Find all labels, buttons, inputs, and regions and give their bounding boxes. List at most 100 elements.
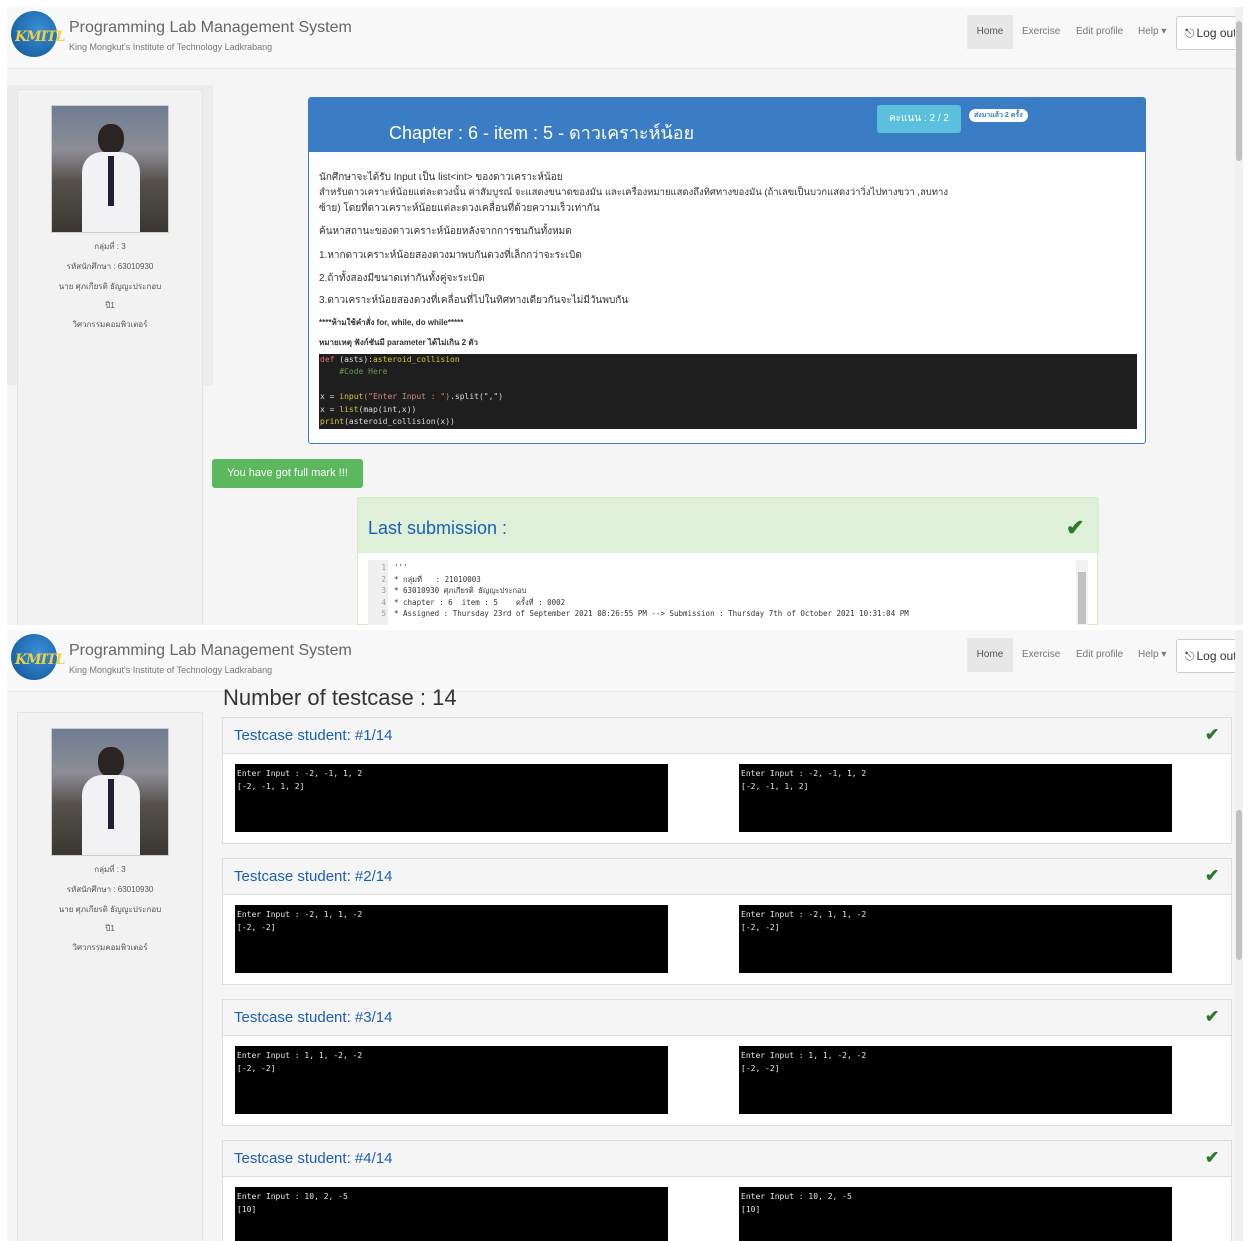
terminal-input: Enter Input : 1, 1, -2, -2	[237, 1051, 363, 1060]
student-name: นาย ศุภเกียรติ ธัญญะประกอบ	[58, 905, 162, 914]
terminal-output: [-2, -1, 1, 2]	[237, 782, 305, 791]
submission-count-badge: ส่งมาแล้ว 2 ครั้ง	[969, 109, 1028, 122]
page-scroll-thumb[interactable]	[1236, 21, 1242, 161]
problem-text-line: นักศึกษาจะได้รับ Input เป็น list<int> ขอ…	[319, 172, 563, 183]
problem-header: Chapter : 6 - item : 5 - ดาวเคราะห์น้อย …	[309, 98, 1145, 152]
terminal-input: Enter Input : 10, 2, -5	[741, 1192, 852, 1201]
check-icon: ✔	[1066, 515, 1085, 540]
problem-rule-1: 1.หากดาวเคราะห์น้อยสองดวงมาพบกันดวงที่เล…	[319, 250, 582, 261]
testcase-title[interactable]: Testcase student: #4/14	[234, 1150, 392, 1167]
testcase-card: Testcase student: #1/14 ✔ Enter Input : -…	[222, 717, 1232, 844]
logo-text: KMITL	[15, 29, 65, 45]
testcase-title[interactable]: Testcase student: #1/14	[234, 727, 392, 744]
check-icon: ✔	[1205, 866, 1220, 885]
code-line: #Code Here	[320, 367, 388, 377]
code-line: x = list(map(int,x))	[320, 404, 417, 414]
editor-scroll-thumb[interactable]	[1078, 572, 1086, 624]
nav-exercise[interactable]: Exercise	[1022, 15, 1060, 49]
student-group: กลุ่มที่ : 3	[94, 242, 126, 251]
brand-subtitle: King Mongkut's Institute of Technology L…	[69, 42, 273, 52]
logout-label: Log out	[1196, 649, 1237, 663]
student-id: รหัสนักศึกษา : 63010930	[66, 885, 154, 894]
full-mark-badge: You have got full mark !!!	[212, 459, 363, 488]
student-output: Enter Input : 10, 2, -5 [10]	[235, 1187, 668, 1241]
logo-text: KMITL	[15, 652, 65, 668]
page-scroll-thumb[interactable]	[1236, 810, 1242, 960]
nav-home[interactable]: Home	[967, 638, 1013, 672]
code-line: def (asts):asteroid_collision	[320, 355, 460, 364]
nav-help[interactable]: Help ▾	[1138, 638, 1166, 672]
terminal-input: Enter Input : -2, 1, 1, -2	[741, 910, 867, 919]
problem-text-line: สำหรับดาวเคราะห์น้อยแต่ละดวงนั้น ค่าสัมบ…	[319, 187, 949, 198]
problem-rule-3: 3.ดาวเคราะห์น้อยสองดวงที่เคลื่อนที่ไปในท…	[319, 295, 629, 306]
terminal-output: [-2, -1, 1, 2]	[741, 782, 809, 791]
student-year: ปี1	[105, 924, 115, 933]
terminal-output: [-2, -2]	[741, 1064, 780, 1073]
terminal-output: [-2, -2]	[237, 923, 276, 932]
screenshot-top: KMITL Programming Lab Management System …	[7, 7, 1243, 625]
logout-button[interactable]: ⎋ Log out	[1176, 16, 1243, 50]
code-line: print(asteroid_collision(x))	[320, 417, 455, 427]
last-submission-panel: Last submission : ✔ 1 ''' 2 * กลุ่มที่ : 21…	[357, 497, 1099, 625]
screenshot-bottom: KMITL Programming Lab Management System …	[7, 630, 1243, 1241]
terminal-input: Enter Input : -2, -1, 1, 2	[741, 769, 867, 778]
testcase-count-heading: Number of testcase : 14	[223, 685, 457, 710]
student-photo	[51, 105, 169, 233]
student-name: นาย ศุภเกียรติ ธัญญะประกอบ	[58, 282, 162, 291]
submission-line: 3 * 63010930 ศุภเกียรติ ธัญญะประกอบ	[381, 586, 527, 595]
problem-restriction: ****ห้ามใช้คำสั่ง for, while, do while**…	[319, 318, 464, 327]
testcase-title[interactable]: Testcase student: #3/14	[234, 1009, 392, 1026]
expected-output: Enter Input : -2, -1, 1, 2 [-2, -1, 1, 2…	[739, 764, 1172, 832]
problem-note: หมายเหตุ ฟังก์ชันมี parameter ได้ไม่เกิน…	[319, 338, 479, 347]
sign-out-icon: ⎋	[1185, 26, 1195, 40]
nav-edit-profile[interactable]: Edit profile	[1076, 638, 1123, 672]
last-submission-header: Last submission : ✔	[358, 498, 1099, 553]
nav-home[interactable]: Home	[967, 15, 1013, 49]
problem-rule-2: 2.ถ้าทั้งสองมีขนาดเท่ากันทั้งคู่จะระเบิด	[319, 273, 485, 284]
student-major: วิศวกรรมคอมพิวเตอร์	[72, 320, 148, 329]
terminal-output: [10]	[237, 1205, 257, 1214]
score-badge: คะแนน : 2 / 2	[877, 105, 961, 133]
navbar: KMITL Programming Lab Management System …	[7, 7, 1243, 69]
nav-exercise[interactable]: Exercise	[1022, 638, 1060, 672]
nav-help[interactable]: Help ▾	[1138, 15, 1166, 49]
student-output: Enter Input : -2, 1, 1, -2 [-2, -2]	[235, 905, 668, 973]
terminal-input: Enter Input : -2, 1, 1, -2	[237, 910, 363, 919]
student-id: รหัสนักศึกษา : 63010930	[66, 262, 154, 271]
student-group: กลุ่มที่ : 3	[94, 865, 126, 874]
expected-output: Enter Input : -2, 1, 1, -2 [-2, -2]	[739, 905, 1172, 973]
kmitl-logo[interactable]: KMITL	[11, 11, 65, 57]
brand-title[interactable]: Programming Lab Management System	[69, 19, 352, 37]
submission-code-editor[interactable]: 1 ''' 2 * กลุ่มที่ : 21010003 3 * 63010930 ศุ…	[368, 560, 1088, 625]
terminal-input: Enter Input : 1, 1, -2, -2	[741, 1051, 867, 1060]
expected-output: Enter Input : 10, 2, -5 [10]	[739, 1187, 1172, 1241]
logout-label: Log out	[1196, 26, 1237, 40]
submission-line: 1 '''	[381, 563, 408, 572]
check-icon: ✔	[1205, 1148, 1220, 1167]
testcase-card: Testcase student: #4/14 ✔ Enter Input : 1…	[222, 1140, 1232, 1241]
submission-line: 4 * chapter : 6 item : 5 ครั้งที่ : 0002	[381, 597, 566, 607]
logout-button[interactable]: ⎋ Log out	[1176, 639, 1243, 673]
last-submission-title: Last submission :	[368, 518, 508, 538]
check-icon: ✔	[1205, 725, 1220, 744]
submission-line: 5 * Assigned : Thursday 23rd of September…	[381, 609, 909, 618]
terminal-input: Enter Input : 10, 2, -5	[237, 1192, 348, 1201]
testcase-title[interactable]: Testcase student: #2/14	[234, 868, 392, 885]
sign-out-icon: ⎋	[1185, 649, 1195, 663]
problem-text-line: ค้นหาสถานะของดาวเคราะห์น้อยหลังจากการชนก…	[319, 226, 572, 237]
terminal-input: Enter Input : -2, -1, 1, 2	[237, 769, 363, 778]
navbar: KMITL Programming Lab Management System …	[7, 630, 1243, 692]
kmitl-logo[interactable]: KMITL	[11, 634, 65, 680]
code-line: x = input("Enter Input : ").split(",")	[320, 392, 504, 402]
brand-subtitle: King Mongkut's Institute of Technology L…	[69, 665, 273, 675]
student-major: วิศวกรรมคอมพิวเตอร์	[72, 943, 148, 952]
brand-title[interactable]: Programming Lab Management System	[69, 642, 352, 660]
terminal-output: [10]	[741, 1205, 761, 1214]
problem-title: Chapter : 6 - item : 5 - ดาวเคราะห์น้อย	[389, 123, 695, 143]
student-output: Enter Input : 1, 1, -2, -2 [-2, -2]	[235, 1046, 668, 1114]
submission-line: 2 * กลุ่มที่ : 21010003	[381, 574, 481, 584]
terminal-output: [-2, -2]	[237, 1064, 276, 1073]
nav-edit-profile[interactable]: Edit profile	[1076, 15, 1123, 49]
terminal-output: [-2, -2]	[741, 923, 780, 932]
